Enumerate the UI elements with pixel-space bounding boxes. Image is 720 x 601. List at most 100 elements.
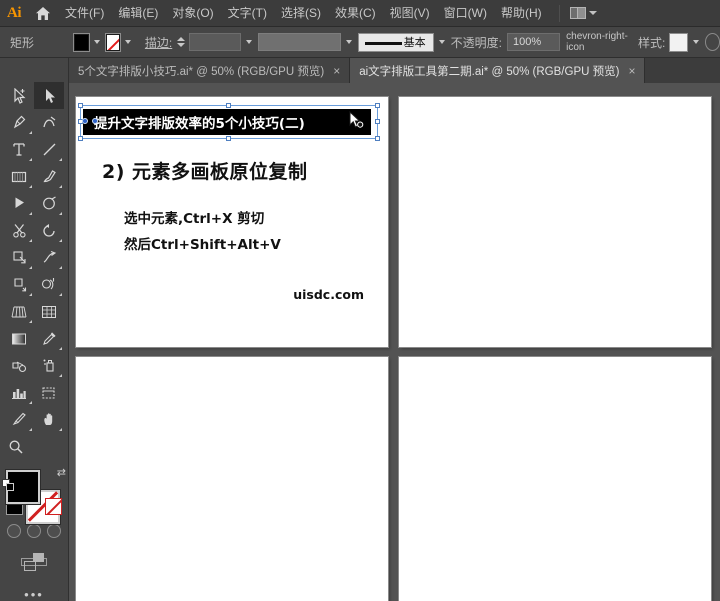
tool-flyout-indicator <box>29 293 32 296</box>
menu-type[interactable]: 文字(T) <box>221 0 274 27</box>
draw-behind-icon[interactable] <box>27 523 41 538</box>
arrange-documents-icon <box>569 7 586 19</box>
none-mode-icon[interactable] <box>45 497 62 515</box>
more-tools-button[interactable]: ••• <box>19 588 49 601</box>
graphic-style-swatch[interactable] <box>669 32 688 52</box>
slide-content: 提升文字排版效率的5个小技巧(二) 2) 元素多画板原位复制 选中元素,Ctrl… <box>76 97 388 347</box>
opacity-chevron-right-icon[interactable]: chevron-right-icon <box>566 31 632 53</box>
menu-window[interactable]: 窗口(W) <box>437 0 494 27</box>
tool-flyout-indicator <box>59 185 62 188</box>
stroke-weight-label[interactable]: 描边: <box>145 34 172 51</box>
type-tool[interactable] <box>4 136 34 163</box>
selection-handle-mr[interactable] <box>375 119 380 124</box>
perspective-grid-tool[interactable] <box>4 298 34 325</box>
scale-tool[interactable] <box>4 244 34 271</box>
document-tab-2-close-icon[interactable]: × <box>628 65 635 77</box>
direct-selection-tool[interactable] <box>34 82 64 109</box>
artboard-2[interactable] <box>399 97 711 347</box>
selection-handle-tr[interactable] <box>375 103 380 108</box>
fill-stroke-controls: ⇄ <box>2 467 66 524</box>
line-segment-tool[interactable] <box>34 136 64 163</box>
pen-tool[interactable] <box>4 109 34 136</box>
draw-inside-icon[interactable] <box>47 523 61 538</box>
fill-color-swatch[interactable] <box>74 33 89 51</box>
stroke-chevron-down-icon[interactable] <box>124 40 131 44</box>
tools-grid <box>4 82 64 460</box>
curvature-tool[interactable] <box>34 109 64 136</box>
selection-tool[interactable] <box>4 82 34 109</box>
slice-tool[interactable] <box>4 406 34 433</box>
variable-width-profile-input[interactable] <box>257 33 341 51</box>
opacity-label: 不透明度: <box>450 35 502 50</box>
text-anchor-point-inner[interactable] <box>92 118 98 124</box>
menu-effect[interactable]: 效果(C) <box>328 0 383 27</box>
hand-tool[interactable] <box>34 406 64 433</box>
slide-line-1[interactable]: 选中元素,Ctrl+X 剪切 <box>124 207 264 227</box>
symbol-sprayer-tool[interactable] <box>34 352 64 379</box>
change-screen-mode-icon[interactable] <box>21 552 47 572</box>
opacity-input[interactable]: 100% <box>506 33 561 51</box>
paintbrush-tool[interactable] <box>34 163 64 190</box>
eraser-tool[interactable] <box>34 190 64 217</box>
tool-flyout-indicator <box>29 239 32 242</box>
stroke-profile-chevron-down-icon[interactable] <box>438 40 445 44</box>
document-tab-bar: 5个文字排版小技巧.ai* @ 50% (RGB/GPU 预览) × ai文字排… <box>69 58 720 83</box>
document-tab-1-close-icon[interactable]: × <box>333 65 340 77</box>
shape-builder-tool[interactable] <box>34 271 64 298</box>
gradient-tool[interactable] <box>4 325 34 352</box>
arrange-documents-button[interactable] <box>558 4 597 22</box>
style-label: 样式: <box>638 35 666 50</box>
menu-file[interactable]: 文件(F) <box>58 0 111 27</box>
artboard-tool[interactable] <box>34 379 64 406</box>
draw-normal-icon[interactable] <box>7 523 21 538</box>
stroke-color-swatch[interactable] <box>105 33 120 51</box>
free-transform-tool[interactable] <box>4 271 34 298</box>
stroke-weight-input[interactable] <box>189 33 241 51</box>
selection-handle-br[interactable] <box>375 136 380 141</box>
blend-tool[interactable] <box>4 352 34 379</box>
menu-help[interactable]: 帮助(H) <box>494 0 549 27</box>
mesh-tool[interactable] <box>34 298 64 325</box>
drawing-mode-buttons <box>4 523 64 538</box>
stroke-weight-chevron-down-icon[interactable] <box>245 40 252 44</box>
tool-flyout-indicator <box>29 320 32 323</box>
menu-object[interactable]: 对象(O) <box>165 0 220 27</box>
artboard-3[interactable] <box>76 357 388 601</box>
slide-heading[interactable]: 2) 元素多画板原位复制 <box>102 157 308 184</box>
menu-select[interactable]: 选择(S) <box>274 0 328 27</box>
selection-handle-bl[interactable] <box>78 136 83 141</box>
document-setup-icon[interactable] <box>704 33 720 51</box>
selection-bounding-box <box>78 103 380 141</box>
slide-line-2[interactable]: 然后Ctrl+Shift+Alt+V <box>124 233 281 253</box>
menu-edit[interactable]: 编辑(E) <box>111 0 165 27</box>
stroke-weight-stepper[interactable] <box>176 34 185 51</box>
zoom-tool[interactable] <box>4 433 34 460</box>
scissors-tool[interactable] <box>4 217 34 244</box>
column-graph-tool[interactable] <box>4 379 34 406</box>
selection-handle-tc[interactable] <box>226 103 231 108</box>
stroke-profile-preview[interactable]: 基本 <box>357 32 434 52</box>
swap-fill-stroke-icon[interactable]: ⇄ <box>57 466 66 479</box>
tool-flyout-indicator <box>29 428 32 431</box>
variable-width-chevron-down-icon[interactable] <box>345 40 352 44</box>
document-tab-2[interactable]: ai文字排版工具第二期.ai* @ 50% (RGB/GPU 预览) × <box>350 58 646 83</box>
shaper-tool[interactable] <box>4 190 34 217</box>
document-tab-1-label: 5个文字排版小技巧.ai* @ 50% (RGB/GPU 预览) <box>78 65 325 78</box>
text-anchor-point-left[interactable] <box>82 118 88 124</box>
document-tab-1[interactable]: 5个文字排版小技巧.ai* @ 50% (RGB/GPU 预览) × <box>69 58 351 83</box>
artboard-4[interactable] <box>399 357 711 601</box>
style-chevron-down-icon[interactable] <box>692 40 699 44</box>
artboard-1[interactable]: 提升文字排版效率的5个小技巧(二) 2) 元素多画板原位复制 选中元素,Ctrl… <box>76 97 388 347</box>
eyedropper-tool[interactable] <box>34 325 64 352</box>
default-fill-stroke-icon[interactable] <box>2 478 15 492</box>
fill-chevron-down-icon[interactable] <box>93 40 100 44</box>
selection-handle-bc[interactable] <box>226 136 231 141</box>
selection-handle-tl[interactable] <box>78 103 83 108</box>
slide-watermark: uisdc.com <box>293 287 364 302</box>
rectangle-tool[interactable] <box>4 163 34 190</box>
width-tool[interactable] <box>34 244 64 271</box>
menu-view[interactable]: 视图(V) <box>383 0 437 27</box>
home-icon[interactable] <box>28 0 58 27</box>
canvas-area[interactable]: 提升文字排版效率的5个小技巧(二) 2) 元素多画板原位复制 选中元素,Ctrl… <box>69 83 720 601</box>
rotate-tool[interactable] <box>34 217 64 244</box>
